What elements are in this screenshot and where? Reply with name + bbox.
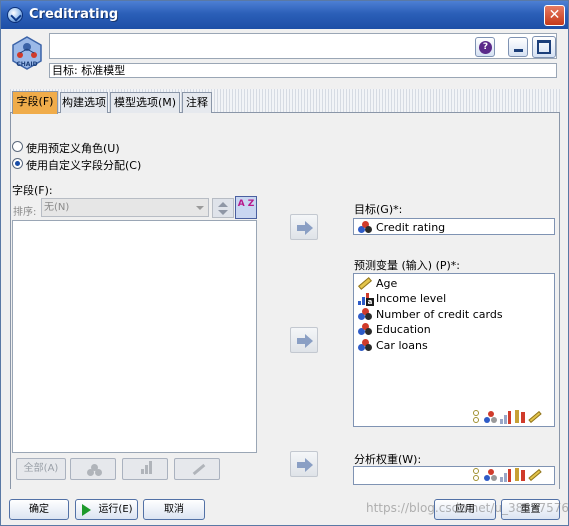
ruler-filter-icon[interactable]: [528, 410, 542, 424]
list-item[interactable]: Car loans: [356, 338, 428, 353]
tab-model-options[interactable]: 模型选项(M): [110, 92, 180, 113]
cancel-button[interactable]: 取消: [143, 499, 205, 520]
nominal-icon: [358, 339, 374, 352]
list-item[interactable]: Age: [356, 276, 397, 291]
sort-row: 排序: 无(N) A Z: [12, 196, 257, 220]
move-to-target-button[interactable]: [290, 214, 318, 240]
select-nominal-button[interactable]: [70, 458, 116, 480]
nominal-filter-icon[interactable]: [484, 410, 498, 424]
move-to-weight-button[interactable]: [290, 451, 318, 477]
select-all-button[interactable]: 全部(A): [16, 458, 66, 480]
help-icon: ?: [479, 41, 492, 54]
dialog-window: Creditrating ✕ CHAID ? 目标: 标准模型 字段(F) 构建…: [0, 0, 569, 526]
list-item-label: Income level: [376, 292, 447, 305]
predictor-type-filters: [470, 410, 552, 424]
model-target-line: 目标: 标准模型: [49, 63, 557, 78]
tab-fields[interactable]: 字段(F): [12, 91, 58, 114]
predictors-list[interactable]: Age a Income level Number of credit card…: [353, 273, 555, 427]
close-button[interactable]: ✕: [544, 5, 565, 26]
predefined-roles-label: 使用预定义角色(U): [26, 142, 120, 155]
target-item: Credit rating: [356, 220, 445, 235]
flag-filter-icon[interactable]: [470, 468, 482, 482]
nominal-icon: [358, 323, 374, 336]
list-item-label: Number of credit cards: [376, 308, 503, 321]
minimize-button[interactable]: [508, 37, 528, 57]
nominal-filter-icon[interactable]: [484, 468, 498, 482]
chaid-label: CHAID: [16, 61, 37, 68]
minimize-icon: [514, 49, 523, 52]
sort-select[interactable]: 无(N): [41, 198, 209, 217]
continuous-filter-icon: [192, 463, 206, 476]
predictors-label: 预测变量 (输入) (P)*:: [354, 259, 460, 272]
tab-annotations[interactable]: 注释: [182, 92, 212, 113]
sort-select-value: 无(N): [44, 202, 70, 213]
weight-type-filters: [470, 468, 552, 482]
continuous-filter-icon[interactable]: [514, 468, 526, 482]
ok-button[interactable]: 确定: [9, 499, 69, 520]
target-field-box[interactable]: Credit rating: [353, 218, 555, 235]
ordinal-filter-icon[interactable]: [500, 410, 512, 424]
select-continuous-button[interactable]: [174, 458, 220, 480]
chaid-model-icon: CHAID: [12, 36, 42, 70]
app-icon: [7, 7, 23, 23]
help-button[interactable]: ?: [475, 37, 495, 57]
sort-order-button[interactable]: [212, 198, 234, 218]
list-item[interactable]: Education: [356, 322, 431, 337]
predefined-roles-radio[interactable]: [12, 141, 23, 152]
title-bar[interactable]: Creditrating ✕: [1, 1, 568, 29]
target-label: 目标(G)*:: [354, 203, 403, 216]
sort-az-button[interactable]: A Z: [235, 196, 257, 219]
available-fields-list[interactable]: [12, 220, 257, 453]
ordinal-filter-icon[interactable]: [500, 468, 512, 482]
move-to-predictors-button[interactable]: [290, 327, 318, 353]
custom-assignments-radio[interactable]: [12, 158, 23, 169]
nominal-icon: [358, 308, 374, 321]
maximize-button[interactable]: [532, 36, 556, 58]
list-item-label: Age: [376, 277, 398, 290]
maximize-icon: [537, 40, 551, 54]
nominal-icon: [358, 221, 374, 234]
tab-build-options[interactable]: 构建选项: [60, 92, 108, 113]
chevron-down-icon: [193, 200, 207, 215]
select-ordinal-button[interactable]: [122, 458, 168, 480]
watermark: https://blog.csdn.net/u_38837576: [366, 501, 569, 515]
custom-assignments-label: 使用自定义字段分配(C): [26, 159, 142, 172]
list-item-label: Car loans: [376, 339, 428, 352]
sort-label: 排序:: [13, 207, 37, 218]
ordinal-icon: a: [358, 292, 374, 306]
window-title: Creditrating: [29, 7, 119, 22]
run-button[interactable]: 运行(E): [75, 499, 138, 520]
target-item-label: Credit rating: [376, 221, 446, 234]
list-item[interactable]: a Income level: [356, 291, 446, 306]
weight-label: 分析权重(W):: [354, 453, 422, 466]
list-item[interactable]: Number of credit cards: [356, 307, 503, 322]
nominal-filter-icon: [87, 464, 103, 476]
ruler-icon: [358, 277, 372, 290]
continuous-filter-icon[interactable]: [514, 410, 526, 424]
tab-bar: 字段(F) 构建选项 模型选项(M) 注释: [10, 89, 560, 114]
ruler-filter-icon[interactable]: [528, 468, 542, 482]
weight-field-box[interactable]: [353, 466, 555, 485]
list-item-label: Education: [376, 323, 431, 336]
flag-filter-icon[interactable]: [470, 410, 482, 424]
